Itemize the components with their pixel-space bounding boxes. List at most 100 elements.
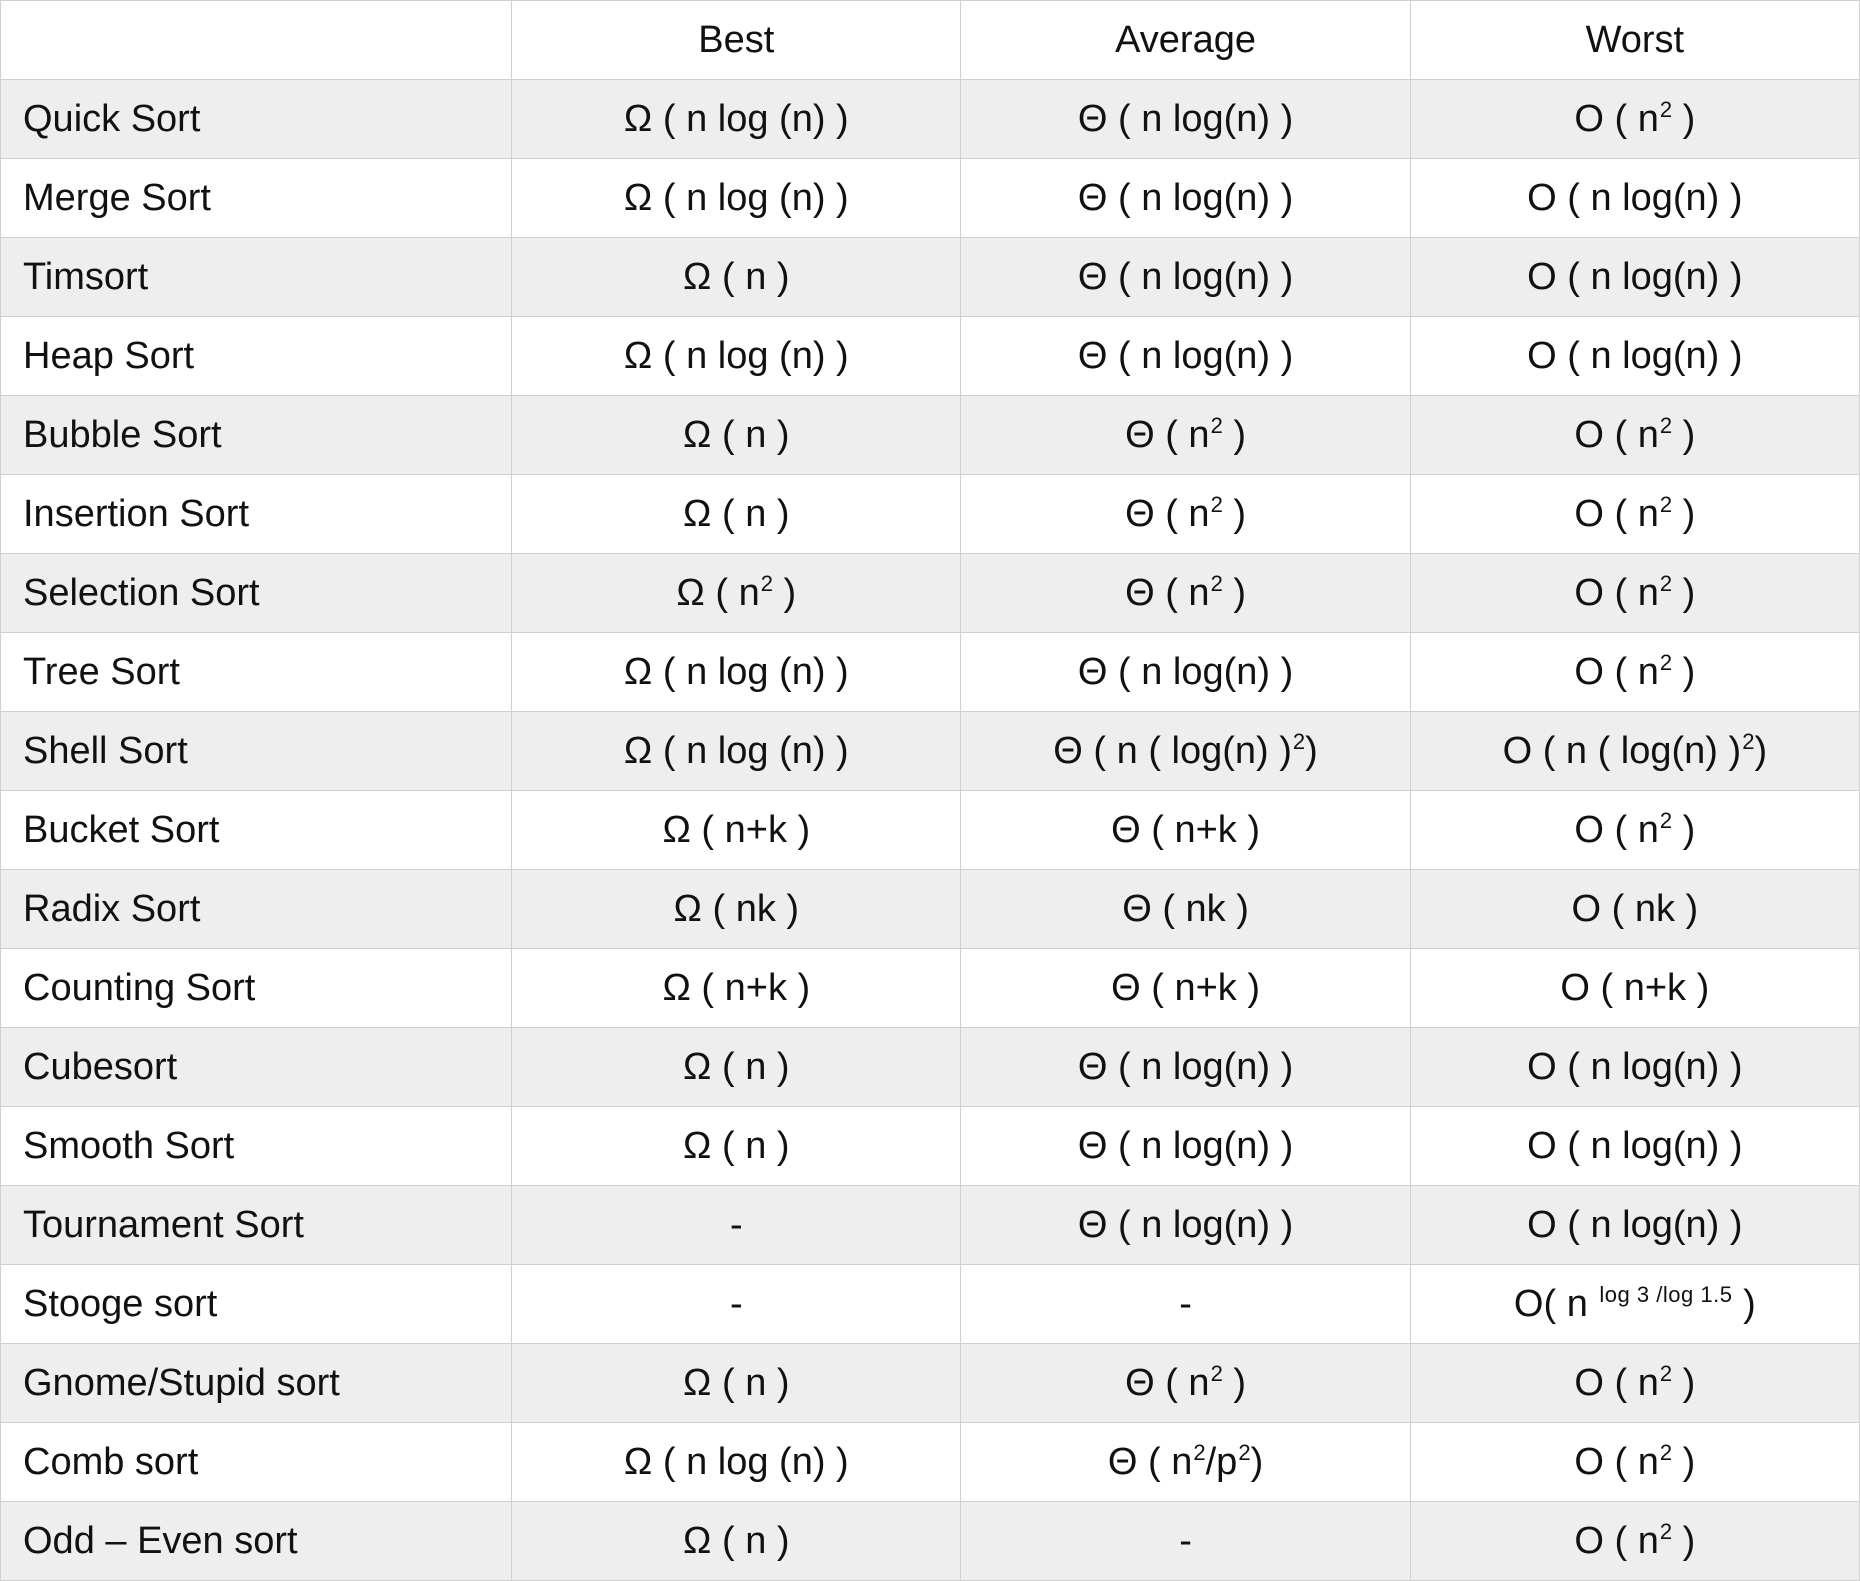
table-row: Tournament Sort-Θ ( n log(n) )O ( n log(…	[1, 1186, 1860, 1265]
worst-case: O ( n log(n) )	[1410, 1107, 1859, 1186]
worst-case: O( n log 3 /log 1.5 )	[1410, 1265, 1859, 1344]
algorithm-name: Radix Sort	[1, 870, 512, 949]
best-case: Ω ( n )	[512, 1344, 961, 1423]
worst-case: O ( n2 )	[1410, 1502, 1859, 1581]
table-row: Quick SortΩ ( n log (n) )Θ ( n log(n) )O…	[1, 80, 1860, 159]
worst-case: O ( n+k )	[1410, 949, 1859, 1028]
complexity-table: Best Average Worst Quick SortΩ ( n log (…	[0, 0, 1860, 1581]
worst-case: O ( n2 )	[1410, 633, 1859, 712]
worst-case: O ( n2 )	[1410, 1344, 1859, 1423]
algorithm-name: Stooge sort	[1, 1265, 512, 1344]
worst-case: O ( n log(n) )	[1410, 1186, 1859, 1265]
average-case: Θ ( n2 )	[961, 554, 1410, 633]
best-case: Ω ( n2 )	[512, 554, 961, 633]
header-average: Average	[961, 1, 1410, 80]
algorithm-name: Cubesort	[1, 1028, 512, 1107]
average-case: Θ ( n log(n) )	[961, 80, 1410, 159]
header-worst: Worst	[1410, 1, 1859, 80]
worst-case: O ( n2 )	[1410, 475, 1859, 554]
worst-case: O ( n log(n) )	[1410, 1028, 1859, 1107]
algorithm-name: Shell Sort	[1, 712, 512, 791]
table-row: Bucket SortΩ ( n+k )Θ ( n+k )O ( n2 )	[1, 791, 1860, 870]
header-name	[1, 1, 512, 80]
table-row: Counting SortΩ ( n+k )Θ ( n+k )O ( n+k )	[1, 949, 1860, 1028]
best-case: Ω ( n log (n) )	[512, 712, 961, 791]
average-case: Θ ( n+k )	[961, 949, 1410, 1028]
best-case: -	[512, 1265, 961, 1344]
best-case: Ω ( nk )	[512, 870, 961, 949]
average-case: Θ ( n log(n) )	[961, 1186, 1410, 1265]
algorithm-name: Selection Sort	[1, 554, 512, 633]
table-row: CubesortΩ ( n )Θ ( n log(n) )O ( n log(n…	[1, 1028, 1860, 1107]
worst-case: O ( n log(n) )	[1410, 238, 1859, 317]
best-case: Ω ( n log (n) )	[512, 317, 961, 396]
best-case: Ω ( n log (n) )	[512, 1423, 961, 1502]
algorithm-name: Heap Sort	[1, 317, 512, 396]
algorithm-name: Tournament Sort	[1, 1186, 512, 1265]
algorithm-name: Gnome/Stupid sort	[1, 1344, 512, 1423]
average-case: Θ ( n ( log(n) )2)	[961, 712, 1410, 791]
average-case: Θ ( n2 )	[961, 396, 1410, 475]
algorithm-name: Merge Sort	[1, 159, 512, 238]
table-row: Shell SortΩ ( n log (n) )Θ ( n ( log(n) …	[1, 712, 1860, 791]
best-case: Ω ( n )	[512, 475, 961, 554]
average-case: Θ ( n2 )	[961, 475, 1410, 554]
average-case: Θ ( n2/p2)	[961, 1423, 1410, 1502]
algorithm-name: Comb sort	[1, 1423, 512, 1502]
table-row: Stooge sort--O( n log 3 /log 1.5 )	[1, 1265, 1860, 1344]
best-case: Ω ( n log (n) )	[512, 633, 961, 712]
best-case: Ω ( n log (n) )	[512, 159, 961, 238]
best-case: Ω ( n )	[512, 238, 961, 317]
best-case: -	[512, 1186, 961, 1265]
algorithm-name: Insertion Sort	[1, 475, 512, 554]
table-row: Odd – Even sortΩ ( n )-O ( n2 )	[1, 1502, 1860, 1581]
best-case: Ω ( n log (n) )	[512, 80, 961, 159]
worst-case: O ( n2 )	[1410, 80, 1859, 159]
worst-case: O ( n log(n) )	[1410, 159, 1859, 238]
worst-case: O ( n2 )	[1410, 791, 1859, 870]
worst-case: O ( n2 )	[1410, 1423, 1859, 1502]
worst-case: O ( n2 )	[1410, 396, 1859, 475]
worst-case: O ( nk )	[1410, 870, 1859, 949]
algorithm-name: Odd – Even sort	[1, 1502, 512, 1581]
best-case: Ω ( n )	[512, 396, 961, 475]
average-case: Θ ( n log(n) )	[961, 238, 1410, 317]
table-row: Tree SortΩ ( n log (n) )Θ ( n log(n) )O …	[1, 633, 1860, 712]
best-case: Ω ( n )	[512, 1028, 961, 1107]
average-case: Θ ( n log(n) )	[961, 317, 1410, 396]
worst-case: O ( n ( log(n) )2)	[1410, 712, 1859, 791]
table-row: Gnome/Stupid sortΩ ( n )Θ ( n2 )O ( n2 )	[1, 1344, 1860, 1423]
table-row: Comb sortΩ ( n log (n) )Θ ( n2/p2)O ( n2…	[1, 1423, 1860, 1502]
average-case: -	[961, 1502, 1410, 1581]
average-case: Θ ( n+k )	[961, 791, 1410, 870]
table-header: Best Average Worst	[1, 1, 1860, 80]
algorithm-name: Counting Sort	[1, 949, 512, 1028]
average-case: Θ ( n log(n) )	[961, 159, 1410, 238]
table-row: Smooth SortΩ ( n )Θ ( n log(n) )O ( n lo…	[1, 1107, 1860, 1186]
table-row: Bubble SortΩ ( n )Θ ( n2 )O ( n2 )	[1, 396, 1860, 475]
worst-case: O ( n2 )	[1410, 554, 1859, 633]
table-body: Quick SortΩ ( n log (n) )Θ ( n log(n) )O…	[1, 80, 1860, 1581]
table-row: Merge SortΩ ( n log (n) )Θ ( n log(n) )O…	[1, 159, 1860, 238]
algorithm-name: Quick Sort	[1, 80, 512, 159]
algorithm-name: Timsort	[1, 238, 512, 317]
table-row: Radix SortΩ ( nk )Θ ( nk )O ( nk )	[1, 870, 1860, 949]
average-case: Θ ( nk )	[961, 870, 1410, 949]
algorithm-name: Bucket Sort	[1, 791, 512, 870]
best-case: Ω ( n )	[512, 1107, 961, 1186]
average-case: Θ ( n log(n) )	[961, 633, 1410, 712]
best-case: Ω ( n )	[512, 1502, 961, 1581]
best-case: Ω ( n+k )	[512, 949, 961, 1028]
average-case: Θ ( n log(n) )	[961, 1107, 1410, 1186]
table-row: TimsortΩ ( n )Θ ( n log(n) )O ( n log(n)…	[1, 238, 1860, 317]
algorithm-name: Bubble Sort	[1, 396, 512, 475]
average-case: Θ ( n2 )	[961, 1344, 1410, 1423]
best-case: Ω ( n+k )	[512, 791, 961, 870]
algorithm-name: Smooth Sort	[1, 1107, 512, 1186]
algorithm-name: Tree Sort	[1, 633, 512, 712]
average-case: -	[961, 1265, 1410, 1344]
table-row: Heap SortΩ ( n log (n) )Θ ( n log(n) )O …	[1, 317, 1860, 396]
header-best: Best	[512, 1, 961, 80]
worst-case: O ( n log(n) )	[1410, 317, 1859, 396]
table-row: Selection SortΩ ( n2 )Θ ( n2 )O ( n2 )	[1, 554, 1860, 633]
